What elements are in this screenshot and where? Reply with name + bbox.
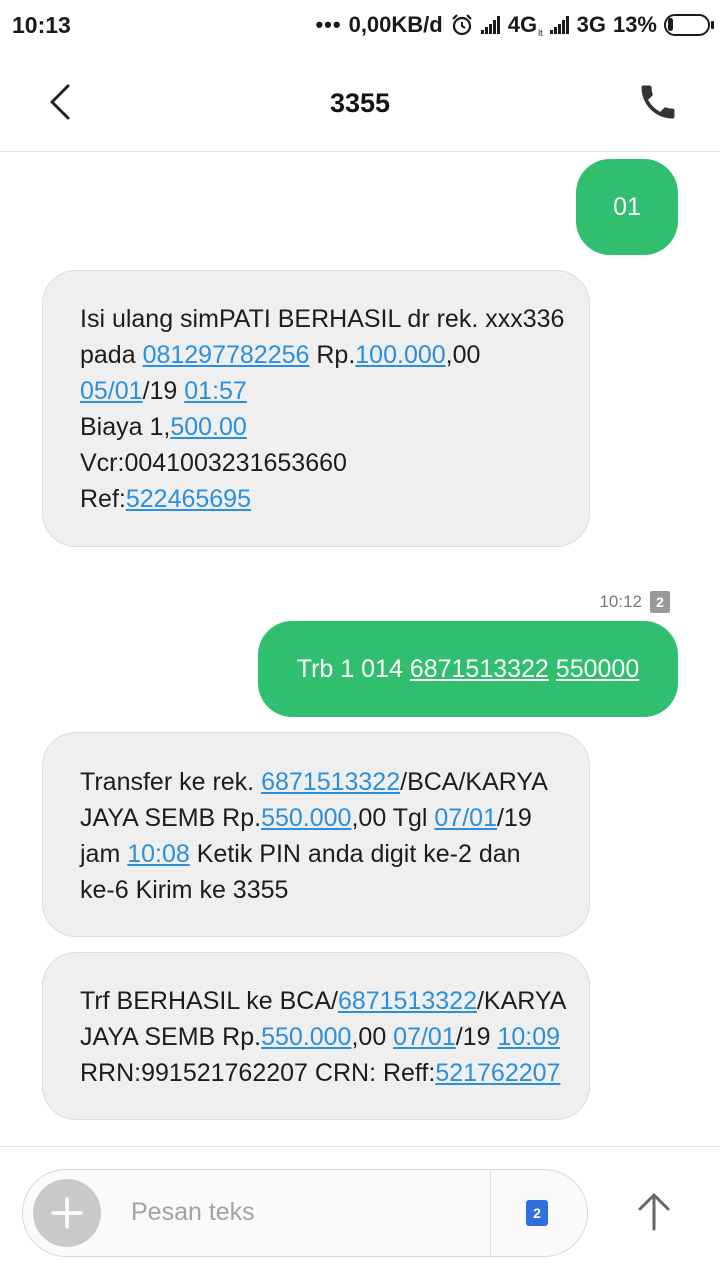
divider (490, 1170, 491, 1256)
amount-link[interactable]: 550000 (556, 655, 639, 683)
call-button[interactable] (636, 80, 680, 124)
sim-badge: 2 (650, 591, 670, 613)
conversation-title: 3355 (329, 88, 391, 118)
date-link[interactable]: 05/01 (80, 377, 143, 405)
compose-field: Pesan teks 2 (22, 1169, 588, 1257)
date-link[interactable]: 07/01 (393, 1023, 456, 1051)
account-number-link[interactable]: 6871513322 (410, 655, 549, 683)
status-indicators: ••• 0,00KB/d 4Glt 3G 13% (308, 12, 714, 38)
data-rate: 0,00KB/d (348, 12, 443, 37)
date-link[interactable]: 07/01 (434, 804, 497, 832)
message-line: Vcr:0041003231653660 (80, 449, 347, 477)
reference-link[interactable]: 521762207 (435, 1059, 560, 1087)
signal-strength-icon (480, 16, 501, 34)
reference-link[interactable]: 522465695 (126, 485, 251, 513)
message-line: Transfer ke rek. 6871513322/BCA/KARYA (80, 768, 548, 796)
message-timestamp: 10:12 2 (599, 591, 670, 613)
message-line: Biaya 1,500.00 (80, 413, 247, 441)
account-number-link[interactable]: 6871513322 (261, 768, 400, 796)
message-line: ke-6 Kirim ke 3355 (80, 876, 289, 904)
battery-percent: 13% (612, 12, 657, 37)
number-link[interactable]: 500.00 (170, 413, 246, 441)
send-button[interactable] (628, 1185, 680, 1237)
message-bubble-incoming[interactable]: Isi ulang simPATI BERHASIL dr rek. xxx33… (42, 270, 590, 547)
time-link[interactable]: 10:09 (497, 1023, 560, 1051)
alarm-clock-icon (451, 14, 472, 36)
network-type-2: 3G (576, 12, 606, 37)
message-line: Trf BERHASIL ke BCA/6871513322/KARYA (80, 987, 567, 1015)
sim-select-button[interactable]: 2 (526, 1200, 548, 1226)
message-line: RRN:991521762207 CRN: Reff:521762207 (80, 1059, 561, 1087)
phone-number-link[interactable]: 081297782256 (143, 341, 310, 369)
amount-link[interactable]: 550.000 (261, 1023, 351, 1051)
time-link[interactable]: 10:08 (127, 840, 190, 868)
phone-icon (641, 85, 675, 119)
message-input[interactable]: Pesan teks (131, 1198, 255, 1227)
amount-link[interactable]: 100.000 (355, 341, 445, 369)
status-time: 10:13 (12, 12, 71, 38)
time-link[interactable]: 01:57 (184, 377, 247, 405)
message-line: JAYA SEMB Rp.550.000,00 07/01/19 10:09 (80, 1023, 560, 1051)
message-bubble-outgoing[interactable]: 01 (576, 159, 678, 255)
network-type-1: 4Glt (507, 12, 543, 38)
message-line: Isi ulang simPATI BERHASIL dr rek. xxx33… (80, 305, 565, 333)
add-attachment-button[interactable] (33, 1179, 101, 1247)
message-text: 01 (613, 193, 641, 221)
message-line: JAYA SEMB Rp.550.000,00 Tgl 07/01/19 (80, 804, 532, 832)
message-list[interactable]: 01 Isi ulang simPATI BERHASIL dr rek. xx… (0, 153, 720, 1145)
message-bubble-incoming[interactable]: Transfer ke rek. 6871513322/BCA/KARYA JA… (42, 732, 590, 937)
compose-bar: Pesan teks 2 (0, 1146, 720, 1280)
notification-dots: ••• (315, 12, 342, 37)
account-number-link[interactable]: 6871513322 (338, 987, 477, 1015)
message-bubble-outgoing[interactable]: Trb 1 014 6871513322 550000 (258, 621, 678, 717)
message-line: Ref:522465695 (80, 485, 251, 513)
message-line: jam 10:08 Ketik PIN anda digit ke-2 dan (80, 840, 521, 868)
arrow-up-icon (638, 1193, 670, 1231)
plus-icon (51, 1197, 83, 1229)
amount-link[interactable]: 550.000 (261, 804, 351, 832)
conversation-header: 3355 (0, 52, 720, 152)
status-bar: 10:13 ••• 0,00KB/d 4Glt 3G 13% (0, 0, 720, 52)
message-line: pada 081297782256 Rp.100.000,00 (80, 341, 481, 369)
message-bubble-incoming[interactable]: Trf BERHASIL ke BCA/6871513322/KARYA JAY… (42, 952, 590, 1120)
signal-strength-icon (549, 16, 570, 34)
battery-icon (664, 14, 714, 36)
message-line: 05/01/19 01:57 (80, 377, 247, 405)
